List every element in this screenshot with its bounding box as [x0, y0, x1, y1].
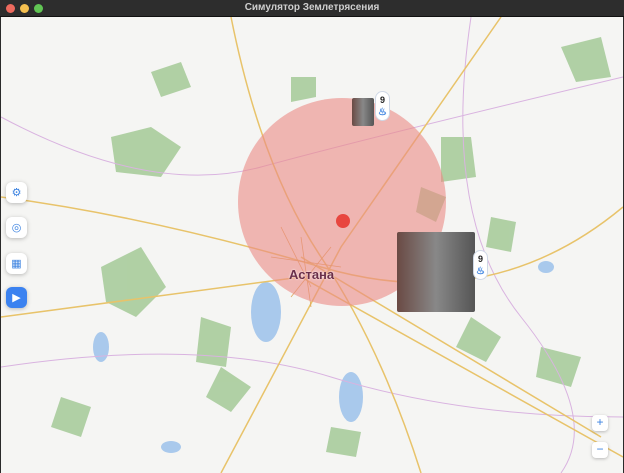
zoom-out-button[interactable]: −: [592, 442, 608, 458]
damaged-building-marker[interactable]: [352, 98, 374, 126]
radar-icon: ◎: [11, 222, 22, 234]
map-view[interactable]: Астана 9 ♨ 9 ♨ ⚙ ◎ ▦ ▶ + −: [1, 17, 623, 473]
intensity-value: 9: [379, 95, 385, 105]
gear-icon: ⚙: [11, 187, 22, 199]
flame-icon: ♨: [378, 107, 387, 118]
flame-icon: ♨: [476, 266, 485, 277]
epicenter-marker[interactable]: [336, 214, 350, 228]
title-bar: Симулятор Землетрясения: [0, 0, 624, 17]
intensity-badge[interactable]: 9 ♨: [473, 250, 488, 280]
play-button[interactable]: ▶: [6, 287, 27, 308]
intensity-value: 9: [477, 254, 483, 264]
map-base: [1, 17, 623, 473]
radius-button[interactable]: ◎: [6, 217, 27, 238]
city-label: Астана: [289, 267, 335, 282]
intensity-badge[interactable]: 9 ♨: [375, 91, 390, 121]
settings-button[interactable]: ⚙: [6, 182, 27, 203]
report-button[interactable]: ▦: [6, 253, 27, 274]
window-title: Симулятор Землетрясения: [244, 2, 380, 13]
play-icon: ▶: [12, 292, 21, 304]
chart-icon: ▦: [11, 258, 22, 270]
zoom-in-button[interactable]: +: [592, 415, 608, 431]
damaged-building-marker[interactable]: [397, 232, 475, 312]
